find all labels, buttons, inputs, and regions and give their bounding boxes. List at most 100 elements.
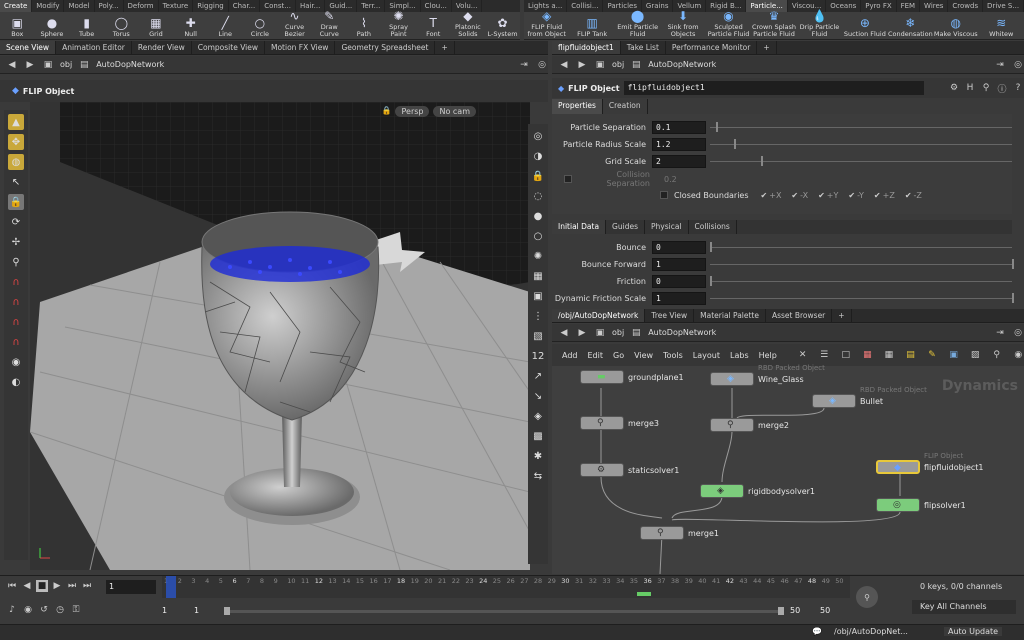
param-tab[interactable]: Creation — [603, 99, 648, 114]
add-tab-icon[interactable]: + — [757, 41, 777, 54]
list-icon[interactable]: ☰ — [818, 349, 830, 361]
shelf-tool[interactable]: 💧 Drip Particle Fluid — [797, 9, 842, 39]
step-back-icon[interactable]: ◀ — [21, 580, 33, 592]
node-body[interactable]: ⚲ — [640, 526, 684, 540]
shelf-tool[interactable]: ╱ Line — [208, 12, 243, 39]
grid-icon[interactable]: ▦ — [530, 268, 546, 284]
audio-icon[interactable]: ♪ — [6, 604, 18, 616]
pane-tab[interactable]: Scene View — [0, 41, 57, 54]
playhead[interactable] — [166, 576, 176, 598]
pane-tab[interactable]: /obj/AutoDopNetwork — [552, 309, 646, 322]
network-node[interactable]: ⚙ staticsolver1 — [580, 463, 679, 477]
slider-handle[interactable] — [1012, 259, 1014, 269]
shading-icon[interactable]: ◑ — [530, 148, 546, 164]
network-node[interactable]: ⚲ merge1 — [640, 526, 719, 540]
network-node[interactable]: ⚲ merge3 — [580, 416, 659, 430]
network-node[interactable]: ⚲ merge2 — [710, 418, 789, 432]
search-icon[interactable]: ⚲ — [980, 82, 992, 94]
smooth-icon[interactable]: ● — [530, 208, 546, 224]
pane-tab[interactable]: Render View — [132, 41, 192, 54]
closed-boundaries-checkbox[interactable] — [660, 191, 668, 199]
shelf-tool[interactable]: ◯ Torus — [104, 12, 139, 39]
back-arrow-icon[interactable]: ◀ — [558, 59, 570, 71]
shelf-tool[interactable]: T Font — [416, 12, 451, 39]
param-path-network[interactable]: AutoDopNetwork — [648, 60, 716, 69]
pane-tab[interactable]: Asset Browser — [766, 309, 833, 322]
collision-sep-checkbox[interactable] — [564, 175, 572, 183]
param-path-root[interactable]: obj — [612, 60, 624, 69]
lock-icon[interactable]: 🔒 — [530, 168, 546, 184]
vector-icon[interactable]: ↘ — [530, 388, 546, 404]
frame-ruler[interactable]: 1234567891011121314151617181920212223242… — [162, 576, 850, 598]
box-view-icon[interactable]: □ — [840, 349, 852, 361]
param-slider[interactable] — [710, 156, 1012, 166]
step-forward-icon[interactable]: ⏭ — [66, 580, 78, 592]
jump-start-icon[interactable]: ⏮ — [6, 580, 18, 592]
pointer-icon[interactable]: ↖ — [8, 174, 24, 190]
slider-handle[interactable] — [716, 122, 719, 132]
param-slider[interactable] — [710, 242, 1012, 252]
param-value-field[interactable]: 1.2 — [652, 138, 706, 151]
param-value-field[interactable]: 0 — [652, 275, 706, 288]
shelf-tab[interactable]: Crowds — [948, 0, 984, 12]
current-frame-field[interactable]: 1 — [106, 580, 156, 594]
layout-icon[interactable]: ▨ — [969, 349, 981, 361]
network-node[interactable]: ▬ groundplane1 — [580, 370, 684, 384]
network-menu-item[interactable]: View — [634, 351, 653, 360]
snap-grid-icon[interactable]: ∩ — [8, 314, 24, 330]
forward-arrow-icon[interactable]: ▶ — [576, 59, 588, 71]
boundary-toggle[interactable]: ✔ -Z — [905, 191, 922, 200]
image-icon[interactable]: ▣ — [948, 349, 960, 361]
select-icon[interactable]: ▲ — [8, 114, 24, 130]
param-value-field[interactable]: 0 — [652, 241, 706, 254]
light-icon[interactable]: ✺ — [530, 248, 546, 264]
param-value-field[interactable]: 1 — [652, 258, 706, 271]
pane-tab[interactable]: flipfluidobject1 — [552, 41, 621, 54]
shelf-tool[interactable]: ▣ Box — [0, 12, 35, 39]
param-slider[interactable] — [710, 122, 1012, 132]
shelf-tool[interactable]: ▦ Grid — [139, 12, 174, 39]
param-value-field[interactable]: 1 — [652, 292, 706, 305]
network-menu-item[interactable]: Add — [562, 351, 578, 360]
slider-handle[interactable] — [1012, 293, 1014, 303]
clock-icon[interactable]: ◷ — [54, 604, 66, 616]
camera-icon[interactable]: ◐ — [8, 374, 24, 390]
path-root[interactable]: obj — [60, 60, 72, 69]
param-sub-tab[interactable]: Guides — [606, 220, 645, 234]
number-icon[interactable]: 12 — [530, 348, 546, 364]
shelf-tool[interactable]: ⬇ Sink from Objects — [660, 9, 705, 39]
add-tab-icon[interactable]: + — [435, 41, 455, 54]
network-menu-item[interactable]: Layout — [693, 351, 720, 360]
pose-icon[interactable]: ⚲ — [8, 254, 24, 270]
shelf-tab[interactable]: Terr... — [357, 0, 386, 12]
view-icon[interactable]: ⟳ — [8, 214, 24, 230]
color-icon[interactable]: ▤ — [905, 349, 917, 361]
shelf-tab[interactable]: FEM — [897, 0, 921, 12]
shelf-tool[interactable]: ◆ Platonic Solids — [451, 9, 486, 39]
network-menu-item[interactable]: Help — [759, 351, 777, 360]
scene-viewport[interactable]: 🔒 Persp No cam — [30, 102, 530, 570]
range-slider[interactable] — [224, 607, 784, 615]
pin-icon[interactable]: ⇥ — [994, 59, 1006, 71]
range-start-2[interactable]: 1 — [194, 606, 199, 615]
tools-icon[interactable]: ✕ — [797, 349, 809, 361]
lock-camera-icon[interactable]: 🔒 — [382, 106, 392, 117]
snap-icon[interactable]: ∩ — [8, 294, 24, 310]
template-icon[interactable]: ◈ — [530, 408, 546, 424]
slider-handle[interactable] — [710, 276, 712, 286]
magnet-icon[interactable]: ∩ — [8, 274, 24, 290]
persp-menu[interactable]: Persp — [395, 106, 430, 117]
shelf-tab[interactable]: Char... — [229, 0, 261, 12]
pin-icon[interactable]: ⇥ — [518, 59, 530, 71]
pane-tab[interactable]: Performance Monitor — [666, 41, 758, 54]
shelf-tab[interactable]: Poly... — [95, 0, 124, 12]
node-body[interactable]: ◎ — [876, 498, 920, 512]
handle-icon[interactable]: ✢ — [8, 234, 24, 250]
shelf-tool[interactable]: ❄ Condensation — [888, 12, 933, 39]
shelf-tab[interactable]: Deform — [124, 0, 159, 12]
shelf-tab[interactable]: Rigging — [193, 0, 229, 12]
key-icon[interactable]: ⚿ — [70, 604, 82, 616]
question-icon[interactable]: ? — [1012, 82, 1024, 94]
node-body[interactable]: ⚙ — [580, 463, 624, 477]
eye-icon[interactable]: ◉ — [1012, 349, 1024, 361]
